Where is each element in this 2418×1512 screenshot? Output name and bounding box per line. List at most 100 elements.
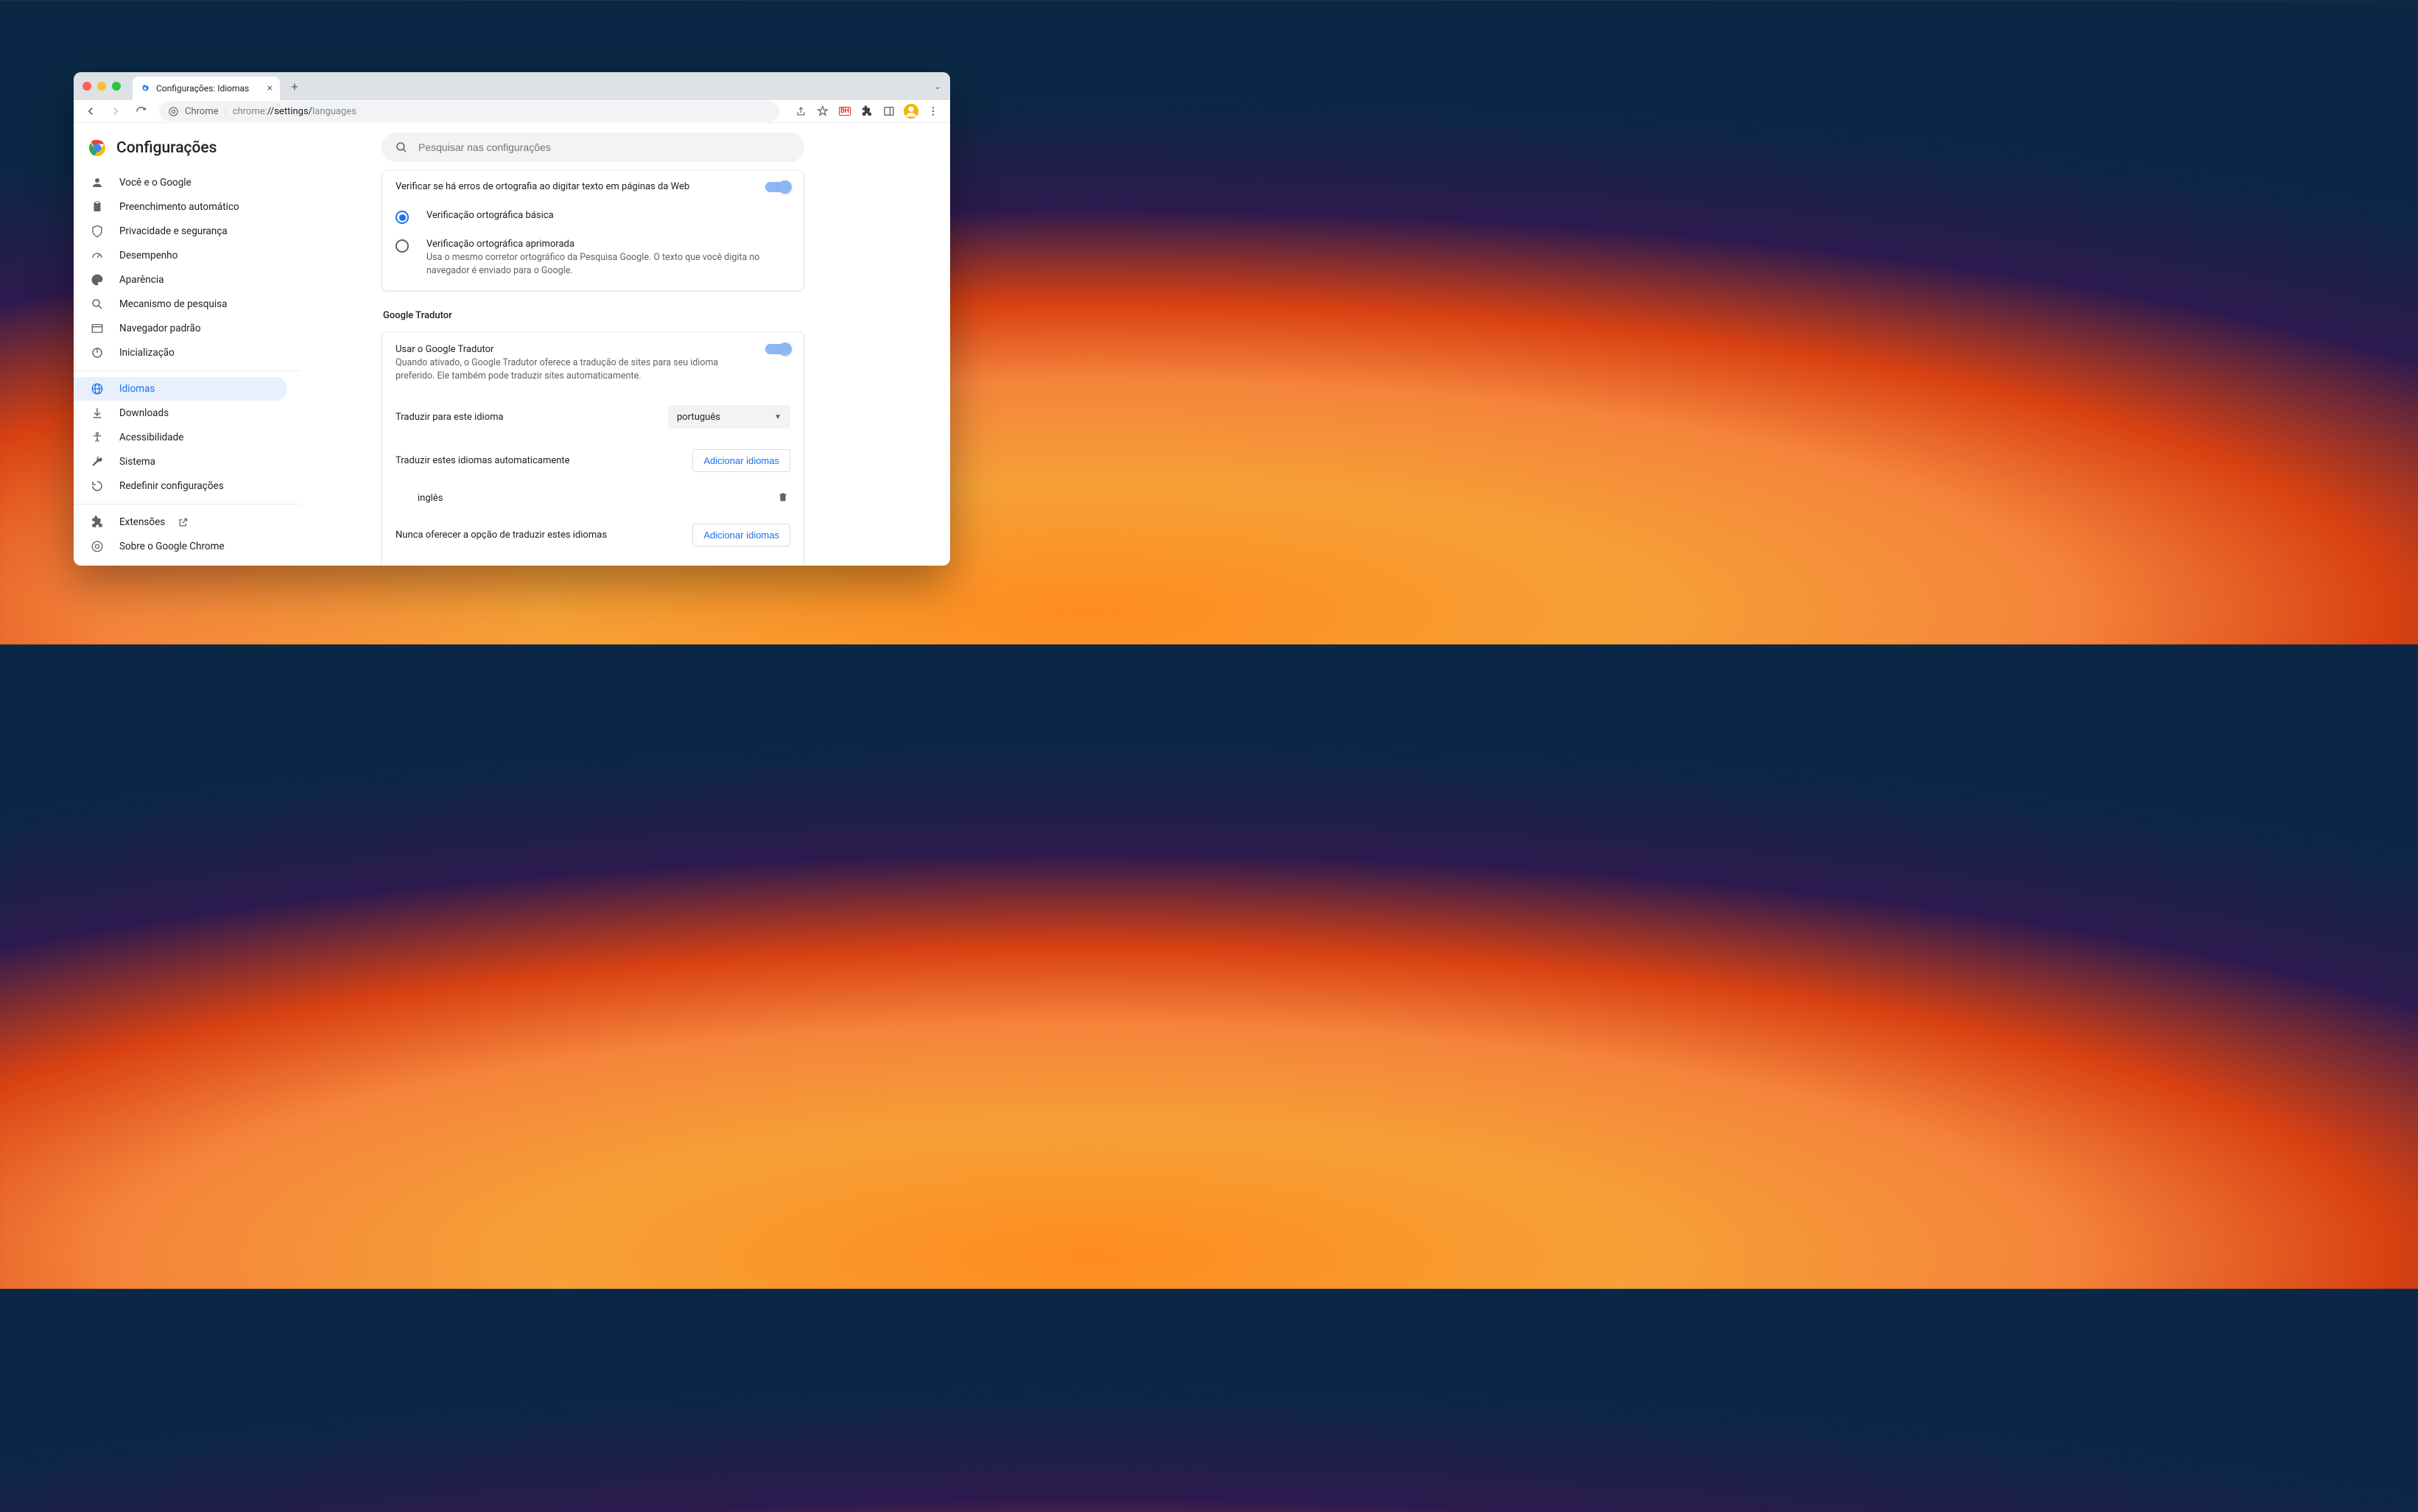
settings-main: Verificar se há erros de ortografia ao d… <box>301 166 950 566</box>
wrench-icon <box>90 454 105 469</box>
settings-header: Configurações <box>74 127 950 169</box>
sidebar-divider <box>74 370 301 371</box>
minimize-window-button[interactable] <box>97 82 106 91</box>
sidebar-label: Sistema <box>119 456 155 468</box>
reset-icon <box>90 479 105 493</box>
download-icon <box>90 406 105 421</box>
sidebar-label: Extensões <box>119 516 165 528</box>
sidebar-item-about[interactable]: Sobre o Google Chrome <box>74 535 287 558</box>
auto-lang-name: inglês <box>418 493 443 504</box>
sidebar-item-search-engine[interactable]: Mecanismo de pesquisa <box>74 292 287 316</box>
tab-title: Configurações: Idiomas <box>156 83 249 94</box>
browser-icon <box>90 321 105 336</box>
search-icon <box>395 141 408 154</box>
gear-icon <box>140 83 150 94</box>
external-link-icon <box>175 515 190 530</box>
auto-translate-label: Traduzir estes idiomas automaticamente <box>396 455 570 466</box>
sidebar-label: Você e o Google <box>119 177 191 189</box>
sidebar-item-extensions[interactable]: Extensões <box>74 510 287 534</box>
sidebar-label: Privacidade e segurança <box>119 225 228 237</box>
add-auto-languages-button[interactable]: Adicionar idiomas <box>692 449 790 472</box>
sidebar-item-system[interactable]: Sistema <box>74 450 287 474</box>
browser-toolbar: Chrome | chrome://settings/languages BH <box>74 100 950 123</box>
translate-card: Usar o Google Tradutor Quando ativado, o… <box>382 331 804 566</box>
reload-button[interactable] <box>130 100 152 122</box>
new-tab-button[interactable]: + <box>284 76 305 96</box>
settings-body: Você e o Google Preenchimento automático… <box>74 166 950 566</box>
sidebar-label: Idiomas <box>119 383 155 395</box>
spellcheck-title: Verificar se há erros de ortografia ao d… <box>396 181 689 192</box>
sidebar-item-reset[interactable]: Redefinir configurações <box>74 474 287 498</box>
sidebar-label: Desempenho <box>119 250 178 261</box>
use-translate-desc: Quando ativado, o Google Tradutor oferec… <box>396 356 751 383</box>
maximize-window-button[interactable] <box>112 82 121 91</box>
radio-basic[interactable] <box>396 211 409 224</box>
palette-icon <box>90 272 105 287</box>
back-button[interactable] <box>80 100 102 122</box>
use-translate-toggle[interactable] <box>765 344 790 354</box>
extensions-button[interactable] <box>856 100 878 122</box>
never-lang-item: francês <box>382 557 804 566</box>
spellcheck-enhanced-option[interactable]: Verificação ortográfica aprimorada Usa o… <box>382 231 804 290</box>
accessibility-icon <box>90 430 105 445</box>
radio-enhanced-desc: Usa o mesmo corretor ortográfico da Pesq… <box>426 251 790 277</box>
sidebar-label: Aparência <box>119 274 164 286</box>
forward-button[interactable] <box>105 100 127 122</box>
sidebar-item-appearance[interactable]: Aparência <box>74 268 287 292</box>
sidebar-item-performance[interactable]: Desempenho <box>74 244 287 267</box>
sidebar-item-autofill[interactable]: Preenchimento automático <box>74 195 287 219</box>
sidebar-label: Redefinir configurações <box>119 480 224 492</box>
sidebar-item-privacy[interactable]: Privacidade e segurança <box>74 219 287 243</box>
close-window-button[interactable] <box>82 82 91 91</box>
menu-button[interactable] <box>922 100 944 122</box>
spellcheck-basic-option[interactable]: Verificação ortográfica básica <box>382 203 804 231</box>
tab-strip: Configurações: Idiomas × + ⌄ <box>74 72 950 100</box>
side-panel-button[interactable] <box>878 100 900 122</box>
bookmark-button[interactable] <box>812 100 834 122</box>
profile-avatar-button[interactable] <box>900 100 922 122</box>
radio-basic-label: Verificação ortográfica básica <box>426 210 554 221</box>
person-icon <box>90 175 105 190</box>
settings-search[interactable] <box>382 133 804 162</box>
chevron-down-icon: ▼ <box>774 413 781 421</box>
page-title: Configurações <box>116 139 217 157</box>
use-translate-title: Usar o Google Tradutor <box>396 344 751 355</box>
clipboard-icon <box>90 200 105 214</box>
share-button[interactable] <box>790 100 812 122</box>
tabs-dropdown-button[interactable]: ⌄ <box>934 81 941 91</box>
never-translate-label: Nunca oferecer a opção de traduzir estes… <box>396 530 607 541</box>
sidebar-item-default-browser[interactable]: Navegador padrão <box>74 317 287 340</box>
target-lang-select[interactable]: português ▼ <box>668 405 790 429</box>
browser-tab[interactable]: Configurações: Idiomas × <box>133 77 280 100</box>
sidebar-label: Preenchimento automático <box>119 201 239 213</box>
target-lang-value: português <box>677 412 720 423</box>
spellcheck-toggle[interactable] <box>765 182 790 192</box>
search-icon <box>90 297 105 312</box>
sidebar-item-downloads[interactable]: Downloads <box>74 401 287 425</box>
window-controls <box>82 82 121 91</box>
sidebar-item-startup[interactable]: Inicialização <box>74 341 287 365</box>
sidebar-item-accessibility[interactable]: Acessibilidade <box>74 426 287 449</box>
search-input[interactable] <box>418 141 791 153</box>
globe-icon <box>90 381 105 396</box>
address-bar[interactable]: Chrome | chrome://settings/languages <box>159 101 779 122</box>
radio-enhanced-label: Verificação ortográfica aprimorada <box>426 239 790 250</box>
target-lang-label: Traduzir para este idioma <box>396 412 504 423</box>
speedometer-icon <box>90 248 105 263</box>
delete-auto-lang-button[interactable] <box>777 491 790 504</box>
sidebar-item-languages[interactable]: Idiomas <box>74 377 287 401</box>
auto-lang-item: inglês <box>382 482 804 513</box>
radio-enhanced[interactable] <box>396 239 409 253</box>
extension-bh-icon[interactable]: BH <box>834 100 856 122</box>
sidebar-label: Navegador padrão <box>119 323 201 334</box>
add-never-languages-button[interactable]: Adicionar idiomas <box>692 524 790 546</box>
omnibox-url: chrome://settings/languages <box>233 106 356 117</box>
chrome-icon <box>90 539 105 554</box>
chrome-logo-icon <box>88 139 106 157</box>
sidebar-label: Acessibilidade <box>119 432 183 443</box>
sidebar-item-you-and-google[interactable]: Você e o Google <box>74 171 287 194</box>
settings-sidebar: Você e o Google Preenchimento automático… <box>74 166 301 566</box>
translate-section-title: Google Tradutor <box>382 306 804 331</box>
browser-window: Configurações: Idiomas × + ⌄ Chrome | ch… <box>74 72 950 566</box>
close-tab-button[interactable]: × <box>267 82 273 94</box>
